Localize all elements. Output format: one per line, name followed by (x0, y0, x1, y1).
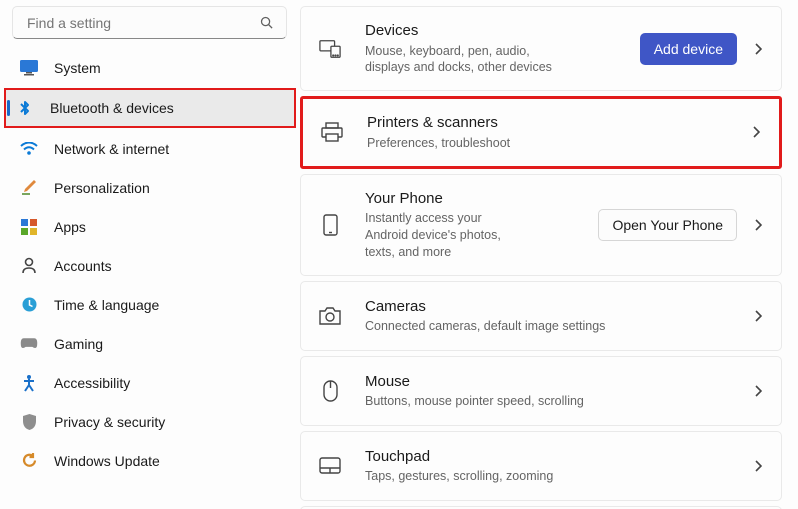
brush-icon (20, 179, 38, 197)
card-subtitle: Taps, gestures, scrolling, zooming (365, 468, 737, 485)
sidebar-item-accounts[interactable]: Accounts (8, 247, 292, 284)
chevron-right-icon (751, 460, 765, 472)
camera-icon (319, 305, 341, 327)
card-printers-scanners[interactable]: Printers & scanners Preferences, trouble… (300, 96, 782, 168)
sidebar-item-label: Personalization (54, 180, 150, 196)
card-subtitle: Preferences, troubleshoot (367, 135, 735, 152)
card-mouse[interactable]: Mouse Buttons, mouse pointer speed, scro… (300, 356, 782, 426)
devices-icon (319, 38, 341, 60)
card-title: Touchpad (365, 447, 737, 467)
mouse-icon (319, 380, 341, 402)
printer-icon (321, 121, 343, 143)
search-box[interactable] (12, 6, 287, 39)
card-touchpad[interactable]: Touchpad Taps, gestures, scrolling, zoom… (300, 431, 782, 501)
sidebar-item-windows-update[interactable]: Windows Update (8, 442, 292, 479)
person-icon (20, 257, 38, 275)
sidebar-item-label: Bluetooth & devices (50, 100, 174, 116)
sidebar-item-system[interactable]: System (8, 49, 292, 86)
apps-icon (20, 218, 38, 236)
content-area: Devices Mouse, keyboard, pen, audio, dis… (300, 0, 798, 509)
chevron-right-icon (751, 310, 765, 322)
globe-clock-icon (20, 296, 38, 314)
touchpad-icon (319, 455, 341, 477)
sidebar-item-label: Time & language (54, 297, 159, 313)
sidebar: System Bluetooth & devices Network & int… (0, 0, 300, 509)
sidebar-item-network[interactable]: Network & internet (8, 130, 292, 167)
card-subtitle: Connected cameras, default image setting… (365, 318, 737, 335)
chevron-right-icon (749, 126, 763, 138)
sidebar-item-personalization[interactable]: Personalization (8, 169, 292, 206)
accessibility-icon (20, 374, 38, 392)
card-title: Devices (365, 21, 640, 41)
sidebar-item-label: Network & internet (54, 141, 169, 157)
card-cameras[interactable]: Cameras Connected cameras, default image… (300, 281, 782, 351)
search-input[interactable] (25, 14, 259, 32)
update-icon (20, 452, 38, 470)
wifi-icon (20, 140, 38, 158)
card-subtitle: Mouse, keyboard, pen, audio, displays an… (365, 43, 565, 77)
sidebar-item-gaming[interactable]: Gaming (8, 325, 292, 362)
system-icon (20, 59, 38, 77)
phone-icon (319, 214, 341, 236)
sidebar-item-label: Privacy & security (54, 414, 165, 430)
search-icon (259, 15, 274, 30)
card-title: Mouse (365, 372, 737, 392)
sidebar-item-privacy-security[interactable]: Privacy & security (8, 403, 292, 440)
sidebar-item-label: Windows Update (54, 453, 160, 469)
sidebar-item-label: Gaming (54, 336, 103, 352)
chevron-right-icon (751, 385, 765, 397)
open-your-phone-button[interactable]: Open Your Phone (598, 209, 737, 241)
sidebar-item-label: Apps (54, 219, 86, 235)
sidebar-item-label: System (54, 60, 101, 76)
card-title: Cameras (365, 297, 737, 317)
chevron-right-icon (751, 219, 765, 231)
card-title: Printers & scanners (367, 113, 735, 133)
card-title: Your Phone (365, 189, 598, 209)
sidebar-item-label: Accessibility (54, 375, 130, 391)
bluetooth-icon (16, 99, 34, 117)
sidebar-item-bluetooth-devices[interactable]: Bluetooth & devices (4, 88, 296, 128)
card-your-phone[interactable]: Your Phone Instantly access your Android… (300, 174, 782, 276)
sidebar-item-label: Accounts (54, 258, 112, 274)
gamepad-icon (20, 335, 38, 353)
sidebar-item-apps[interactable]: Apps (8, 208, 292, 245)
sidebar-item-accessibility[interactable]: Accessibility (8, 364, 292, 401)
chevron-right-icon (751, 43, 765, 55)
shield-icon (20, 413, 38, 431)
card-subtitle: Buttons, mouse pointer speed, scrolling (365, 393, 737, 410)
card-subtitle: Instantly access your Android device's p… (365, 210, 515, 261)
sidebar-item-time-language[interactable]: Time & language (8, 286, 292, 323)
card-devices[interactable]: Devices Mouse, keyboard, pen, audio, dis… (300, 6, 782, 91)
add-device-button[interactable]: Add device (640, 33, 737, 65)
